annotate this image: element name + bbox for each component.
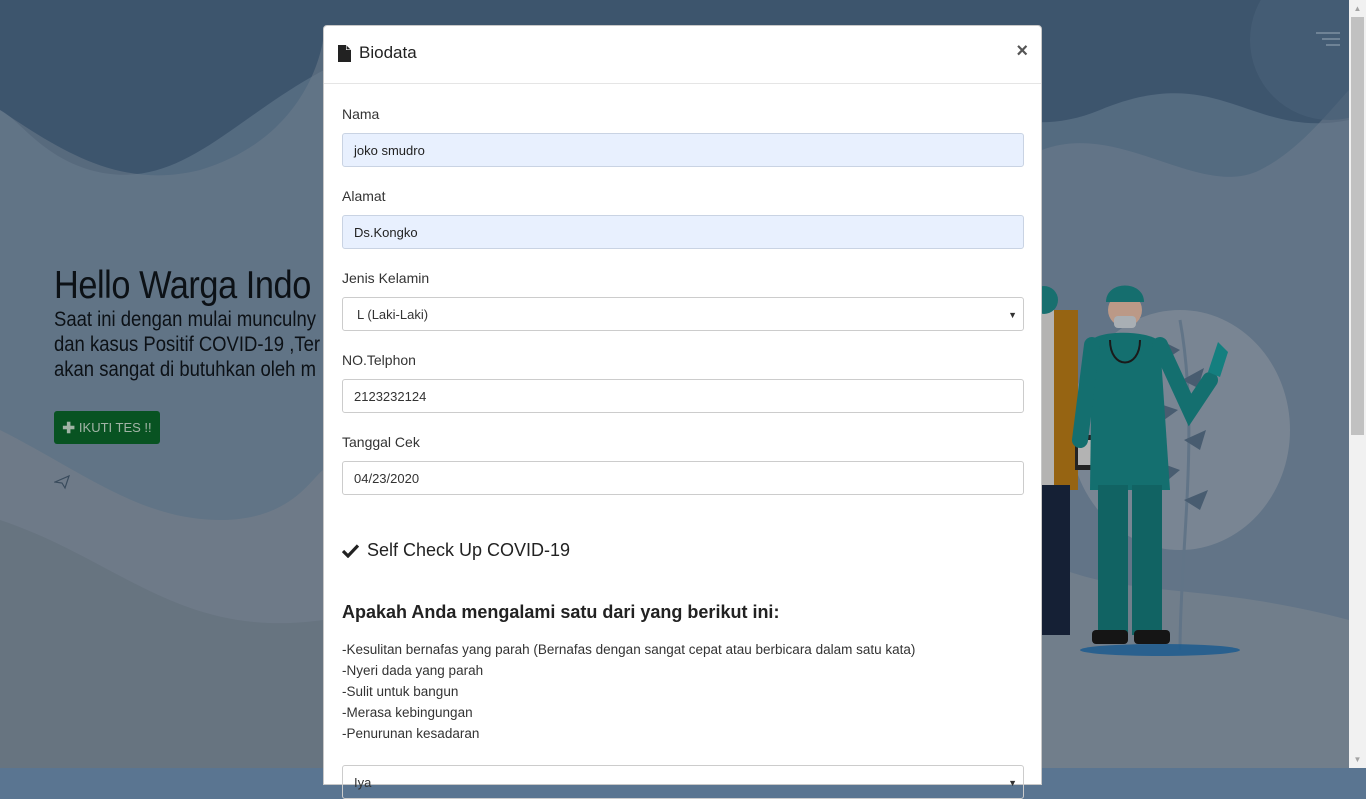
symptom-item: -Penurunan kesadaran: [342, 726, 480, 741]
modal-title: Biodata: [338, 43, 417, 63]
symptom-list: -Kesulitan bernafas yang parah (Bernafas…: [342, 639, 1023, 744]
jenis-kelamin-select[interactable]: L (Laki-Laki) ▼: [342, 297, 1024, 331]
jenis-kelamin-value: L (Laki-Laki): [357, 306, 429, 322]
nama-label: Nama: [342, 106, 380, 122]
chevron-down-icon: ▼: [1008, 310, 1017, 320]
modal-title-text: Biodata: [359, 43, 417, 62]
symptom-item: -Merasa kebingungan: [342, 705, 473, 720]
scroll-down-icon[interactable]: ▼: [1349, 751, 1366, 768]
biodata-modal: Biodata × Nama joko smudro Alamat Ds.Kon…: [323, 25, 1042, 799]
scrollbar-thumb[interactable]: [1351, 17, 1364, 435]
jenis-kelamin-label: Jenis Kelamin: [342, 270, 430, 286]
symptom-item: -Nyeri dada yang parah: [342, 663, 484, 678]
question-heading: Apakah Anda mengalami satu dari yang ber…: [342, 602, 780, 622]
answer-select[interactable]: Iya ▼: [342, 765, 1024, 799]
tanggal-input[interactable]: 04/23/2020: [342, 461, 1024, 495]
symptom-item: -Kesulitan bernafas yang parah (Bernafas…: [342, 642, 916, 657]
self-check-heading-text: Self Check Up COVID-19: [367, 540, 571, 560]
close-button[interactable]: ×: [1016, 40, 1028, 62]
modal-body: Nama joko smudro Alamat Ds.Kongko Jenis …: [324, 105, 1041, 799]
answer-value: Iya: [354, 774, 372, 790]
tanggal-label: Tanggal Cek: [342, 434, 420, 450]
telp-input[interactable]: 2123232124: [342, 379, 1024, 413]
nama-input[interactable]: joko smudro: [342, 133, 1024, 167]
alamat-input[interactable]: Ds.Kongko: [342, 215, 1024, 249]
chevron-down-icon: ▼: [1008, 778, 1017, 788]
checkmark-icon: [342, 543, 359, 558]
file-icon: [338, 44, 351, 62]
modal-header: Biodata ×: [324, 26, 1041, 84]
scroll-up-icon[interactable]: ▲: [1349, 0, 1366, 17]
page-scrollbar[interactable]: ▲ ▼: [1349, 0, 1366, 768]
self-check-heading: Self Check Up COVID-19: [342, 540, 1023, 561]
symptom-item: -Sulit untuk bangun: [342, 684, 459, 699]
alamat-label: Alamat: [342, 188, 386, 204]
telp-label: NO.Telphon: [342, 352, 416, 368]
